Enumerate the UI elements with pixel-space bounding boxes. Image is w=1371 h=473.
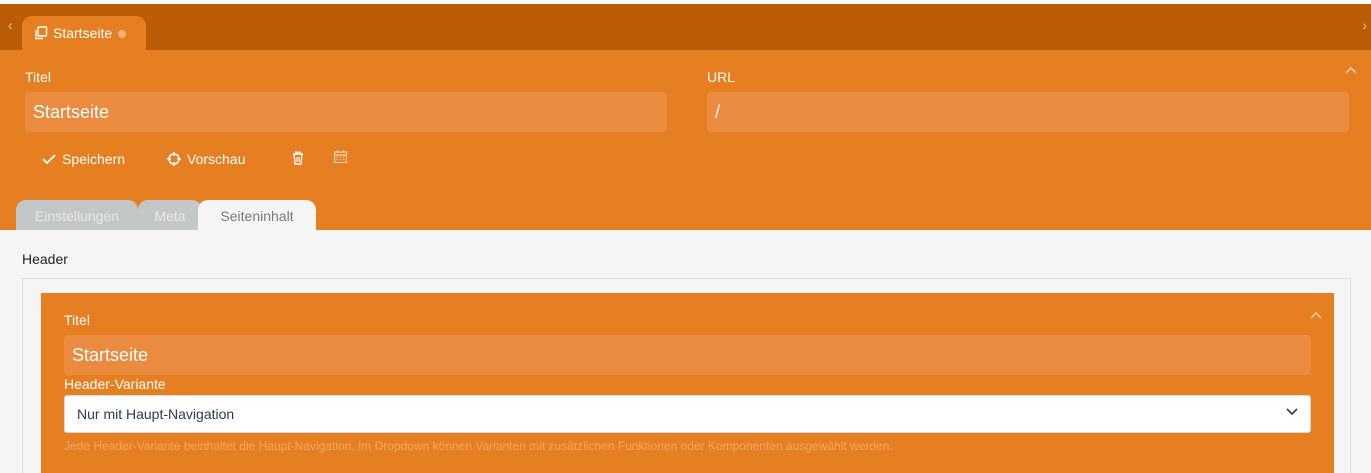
tab-einstellungen[interactable]: Einstellungen bbox=[16, 200, 138, 230]
page-content: Header Titel Startseite Header-Variante … bbox=[0, 230, 1371, 473]
chevron-left-icon[interactable]: ‹ bbox=[8, 18, 13, 32]
block-title-input[interactable]: Startseite bbox=[64, 335, 1311, 375]
chevron-right-icon[interactable]: › bbox=[1362, 18, 1367, 32]
chevron-up-icon[interactable] bbox=[1345, 66, 1357, 74]
header-variant-select[interactable]: Nur mit Haupt-Navigation bbox=[64, 395, 1311, 433]
header-variant-label: Header-Variante bbox=[64, 376, 166, 392]
app-window: ‹ Startseite › Titel Startseite URL / Sp… bbox=[0, 0, 1371, 473]
block-title-label: Titel bbox=[64, 312, 90, 328]
document-tab-startseite[interactable]: Startseite bbox=[22, 16, 146, 50]
delete-button[interactable] bbox=[292, 151, 304, 165]
header-block: Titel Startseite Header-Variante Nur mit… bbox=[41, 293, 1334, 473]
url-input[interactable]: / bbox=[707, 92, 1349, 132]
page-header: Titel Startseite URL / Speichern Vorscha… bbox=[0, 50, 1371, 230]
title-label: Titel bbox=[25, 69, 51, 85]
calendar-icon bbox=[334, 150, 347, 163]
schedule-button[interactable] bbox=[334, 150, 347, 163]
save-button[interactable]: Speichern bbox=[42, 151, 125, 167]
tab-meta[interactable]: Meta bbox=[138, 200, 202, 230]
header-variant-selected: Nur mit Haupt-Navigation bbox=[77, 406, 235, 422]
tab-seiteninhalt[interactable]: Seiteninhalt bbox=[198, 200, 316, 230]
document-tab-bar: ‹ Startseite › bbox=[0, 4, 1371, 50]
url-label: URL bbox=[707, 69, 736, 85]
copy-icon bbox=[35, 26, 48, 40]
save-button-label: Speichern bbox=[62, 151, 126, 167]
preview-button-label: Vorschau bbox=[187, 151, 246, 167]
unsaved-dot-icon bbox=[118, 30, 127, 38]
check-icon bbox=[42, 154, 56, 165]
header-variant-help-text: Jede Header-Variante beinhaltet die Haup… bbox=[64, 439, 893, 453]
section-title-header: Header bbox=[22, 251, 68, 267]
chevron-down-icon bbox=[1286, 408, 1298, 416]
document-tab-label: Startseite bbox=[53, 25, 113, 41]
trash-icon bbox=[293, 151, 303, 165]
chevron-up-icon[interactable] bbox=[1310, 311, 1322, 319]
preview-button[interactable]: Vorschau bbox=[167, 151, 245, 167]
crosshair-icon bbox=[167, 152, 181, 166]
title-input[interactable]: Startseite bbox=[25, 92, 667, 132]
